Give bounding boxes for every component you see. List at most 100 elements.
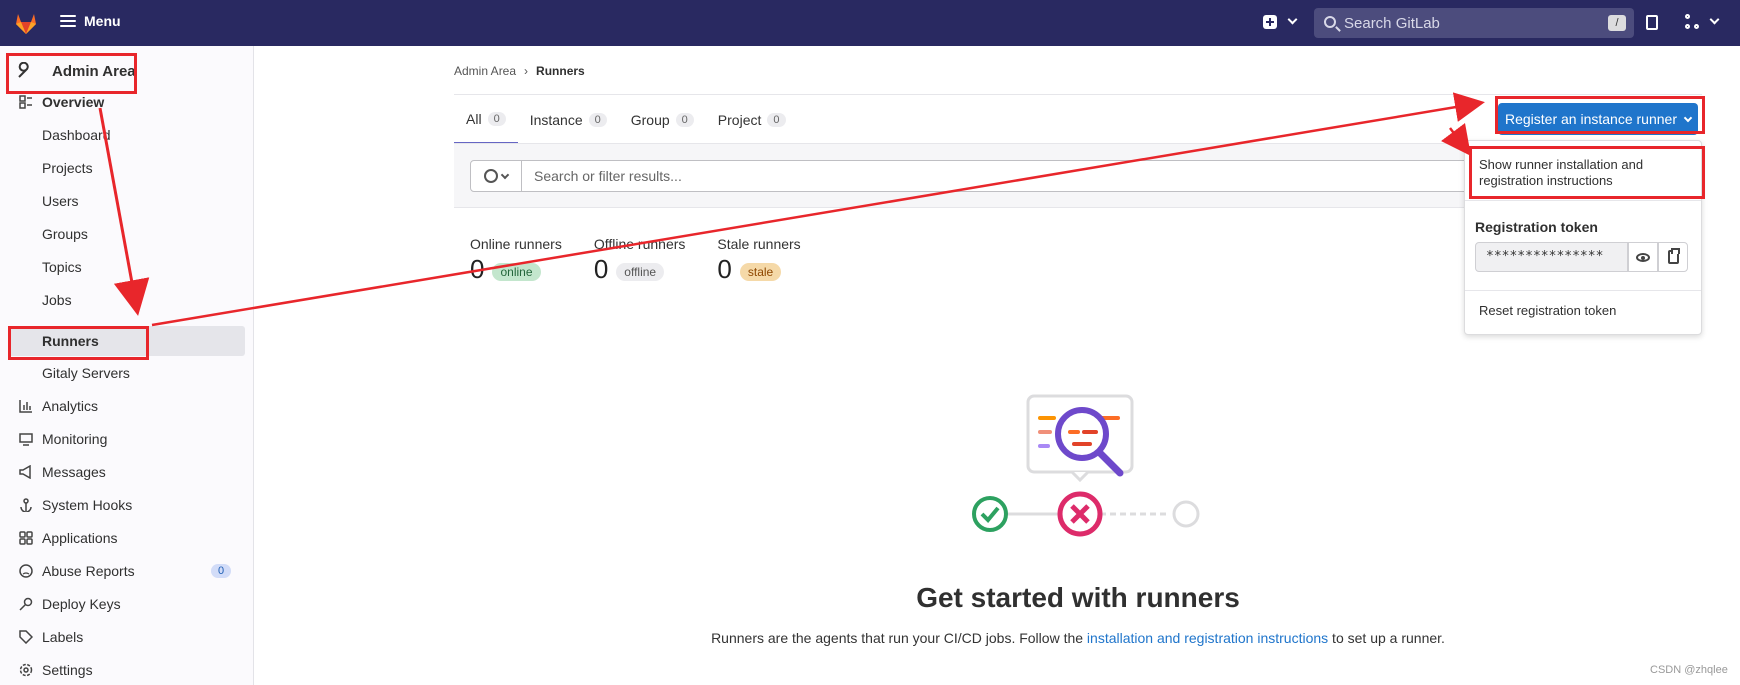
stat-value: 0 [717,254,732,284]
sidebar-item-projects[interactable]: Projects [0,154,245,182]
stat-title: Offline runners [593,236,686,252]
sidebar-item-abuse-reports[interactable]: Abuse Reports 0 [0,557,245,585]
sidebar-item-label: System Hooks [42,497,133,513]
filter-search-input[interactable]: Search or filter results... [522,160,1482,192]
runner-type-tabs: All 0 Instance 0 Group 0 Project 0 [454,96,798,144]
search-input[interactable]: Search GitLab / [1314,8,1634,38]
search-history-button[interactable] [470,160,522,192]
sidebar-item-label: Analytics [42,398,99,414]
sidebar-item-users[interactable]: Users [0,187,245,215]
sidebar-item-topics[interactable]: Topics [0,253,245,281]
sidebar-item-label: Deploy Keys [42,596,121,612]
sidebar-item-label: Labels [42,629,84,645]
sidebar-item-settings[interactable]: Settings [0,656,245,684]
annotation-box [1495,96,1705,134]
registration-token-field[interactable]: *************** [1475,242,1628,272]
tab-count-badge: 0 [588,113,607,127]
empty-state-description: Runners are the agents that run your CI/… [454,630,1702,646]
merge-request-icon[interactable] [1685,14,1699,30]
runner-stats: Online runners 0 online Offline runners … [470,236,801,285]
new-item-icon[interactable] [1263,15,1277,29]
label-icon [18,629,34,645]
sidebar-item-deploy-keys[interactable]: Deploy Keys [0,590,245,618]
breadcrumb-current: Runners [536,64,585,78]
annotation-box [8,326,149,360]
breadcrumb: Admin Area › Runners [454,64,585,78]
sidebar-item-label: Topics [42,259,82,275]
tab-project[interactable]: Project 0 [706,96,798,144]
stat-value: 0 [470,254,485,284]
eye-icon [1636,252,1650,262]
sidebar-item-groups[interactable]: Groups [0,220,245,248]
stat-title: Online runners [470,236,562,252]
sidebar-item-jobs[interactable]: Jobs [0,286,245,314]
sad-face-icon [18,563,34,579]
search-placeholder: Search GitLab [1344,14,1440,32]
installation-instructions-link[interactable]: installation and registration instructio… [1087,630,1328,646]
watermark: CSDN @zhqlee [1650,664,1728,676]
divider [454,94,1702,95]
annotation-box [1469,146,1705,199]
clipboard-icon [1667,248,1680,264]
breadcrumb-separator: › [524,64,529,78]
status-badge: online [492,262,541,281]
divider [1465,290,1701,291]
sidebar-item-label: Jobs [42,292,72,308]
tab-count-badge: 0 [487,112,506,126]
tab-label: Group [630,112,670,128]
sidebar-item-dashboard[interactable]: Dashboard [0,121,245,149]
breadcrumb-parent-link[interactable]: Admin Area [454,64,516,78]
tab-label: All [466,111,482,127]
sidebar: Admin Area Overview Dashboard Projects U… [0,46,254,685]
annotation-box [6,53,137,94]
tab-label: Instance [529,112,583,128]
overview-icon [18,94,34,110]
grid-icon [18,530,34,546]
sidebar-item-label: Users [42,193,79,209]
monitor-icon [18,431,34,447]
sidebar-item-label: Messages [42,464,106,480]
sidebar-item-gitaly-servers[interactable]: Gitaly Servers [0,359,245,387]
chart-icon [18,398,34,414]
copy-token-button[interactable] [1658,242,1688,272]
sidebar-item-system-hooks[interactable]: System Hooks [0,491,245,519]
history-icon [484,169,498,183]
stat-value: 0 [593,254,609,284]
search-shortcut-key: / [1608,15,1626,31]
gitlab-logo-icon[interactable] [12,9,40,37]
top-navbar: Menu Search GitLab / [0,0,1740,46]
sidebar-item-label: Gitaly Servers [42,365,130,381]
sidebar-item-label: Settings [42,662,93,678]
sidebar-item-label: Abuse Reports [42,563,135,579]
chevron-down-icon[interactable] [1709,14,1720,25]
sidebar-item-messages[interactable]: Messages [0,458,245,486]
sidebar-item-label: Monitoring [42,431,108,447]
hamburger-icon [60,15,76,27]
abuse-reports-count-badge: 0 [211,564,232,578]
tab-label: Project [717,112,762,128]
reveal-token-button[interactable] [1628,242,1658,272]
tab-instance[interactable]: Instance 0 [518,96,619,144]
key-icon [18,596,34,612]
tab-group[interactable]: Group 0 [619,96,706,144]
status-badge: offline [616,262,665,281]
chevron-down-icon[interactable] [1287,14,1298,25]
anchor-icon [18,497,34,513]
sidebar-item-label: Applications [42,530,118,546]
empty-state-title: Get started with runners [916,582,1240,613]
sidebar-item-label: Groups [42,226,88,242]
sidebar-item-analytics[interactable]: Analytics [0,392,245,420]
sidebar-item-labels[interactable]: Labels [0,623,245,651]
reset-token-menu-item[interactable]: Reset registration token [1479,303,1616,318]
menu-button[interactable]: Menu [60,13,121,29]
stat-title: Stale runners [717,236,801,252]
stat-stale: Stale runners 0 stale [717,236,800,285]
tab-all[interactable]: All 0 [454,96,518,144]
empty-state-text: to set up a runner. [1328,630,1445,646]
sidebar-item-label: Overview [42,94,105,110]
sidebar-item-monitoring[interactable]: Monitoring [0,425,245,453]
sidebar-item-applications[interactable]: Applications [0,524,245,552]
empty-state-illustration [972,394,1200,537]
chevron-down-icon [500,170,510,179]
todo-icon[interactable] [1646,15,1658,30]
